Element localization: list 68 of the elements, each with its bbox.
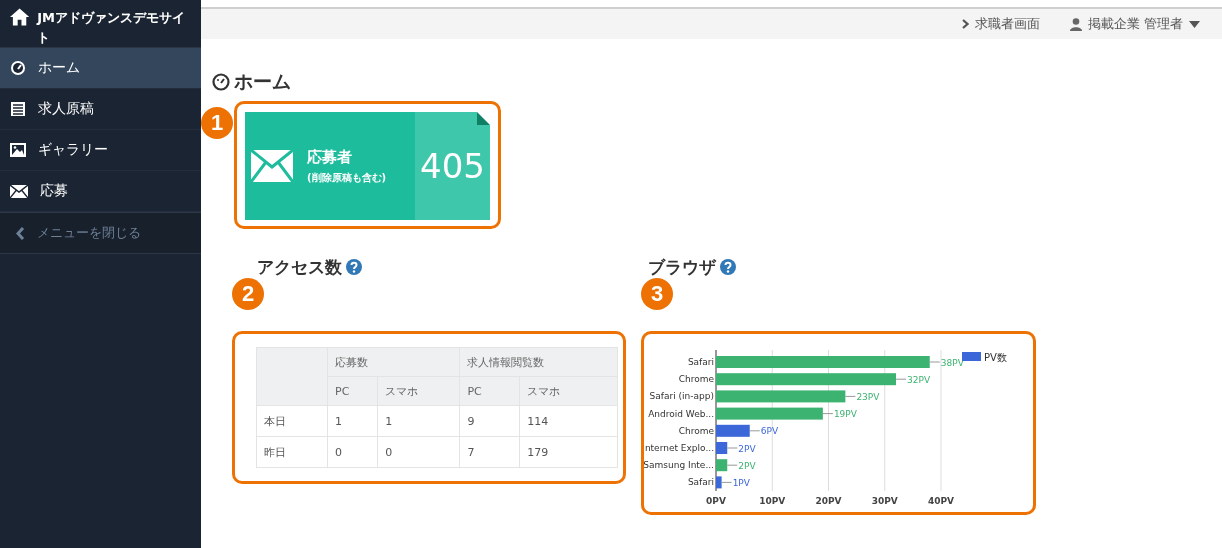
caret-down-icon [1189,20,1200,28]
value-label: 19PV [833,409,857,420]
job-seeker-view-link[interactable]: 求職者画面 [961,15,1040,33]
number-badge: 2 [232,278,264,310]
table-cell: 0 [377,436,460,468]
table-cell: 9 [459,405,520,437]
section-heading: アクセス数 [257,255,342,279]
card-note: (削除原稿も含む) [307,170,387,185]
table-cell: 昨日 [256,436,328,468]
table-header [256,347,328,406]
envelope-icon [10,184,28,198]
table-header: 求人情報閲覧数 [459,347,618,377]
folded-corner [477,112,490,125]
user-icon [1069,17,1082,31]
value-label: 6PV [760,426,779,437]
category-label: Safari [687,477,714,488]
value-label: 38PV [940,357,964,368]
applicant-count: 405 [415,112,490,220]
table-header: PC [459,376,520,406]
category-label: Safari [687,357,714,367]
value-label: 1PV [732,477,750,488]
value-label: 23PV [856,391,880,402]
axis-tick-label: 30PV [871,496,898,506]
table-cell: 179 [519,436,618,468]
table-cell: 本日 [256,405,328,437]
value-label: 32PV [907,374,931,385]
number-badge: 1 [201,107,233,139]
category-label: Chrome [678,425,714,436]
table-cell: 114 [519,405,618,437]
nav-item[interactable]: ホーム [0,48,201,89]
nav-item[interactable]: 求人原稿 [0,89,201,130]
axis-tick-label: 20PV [815,496,842,506]
table-cell: 1 [327,405,378,437]
home-icon [10,8,30,26]
picture-icon [10,143,26,157]
category-label: Internet Explo... [644,443,714,453]
chevron-right-icon [961,19,969,29]
page-title: ホーム [234,69,291,94]
dashboard-icon [212,73,230,91]
table-cell: 7 [459,436,520,468]
table-header: スマホ [377,376,460,406]
category-label: Chrome [678,374,714,385]
category-label: Samsung Inte... [644,460,714,471]
close-menu-link[interactable]: メニューを閉じる [0,212,201,254]
axis-tick-label: 40PV [927,496,955,506]
legend-label: PV数 [984,352,1007,363]
category-label: Android Web... [648,408,714,419]
table-cell: 1 [377,405,460,437]
section-heading: ブラウザ [648,255,716,279]
table-header: スマホ [519,376,618,406]
number-badge: 3 [641,278,673,310]
envelope-icon [251,150,293,182]
dashboard-icon [10,60,26,76]
axis-tick-label: 10PV [759,496,786,506]
site-title[interactable]: JMアドヴァンスデモサイト [37,8,191,48]
help-icon[interactable] [346,259,362,275]
table-cell: 0 [327,436,378,468]
value-label: 2PV [738,443,756,454]
value-label: 2PV [738,460,756,471]
table-header: 応募数 [327,347,460,377]
card-title: 応募者 [307,147,353,167]
chevron-left-icon [16,226,25,240]
category-label: Safari (in-app) [649,391,714,402]
axis-tick-label: 0PV [706,496,726,506]
user-menu[interactable]: 掲載企業 管理者 [1069,15,1200,33]
help-icon[interactable] [720,259,736,275]
list-icon [10,101,26,117]
nav-item[interactable]: ギャラリー [0,130,201,171]
